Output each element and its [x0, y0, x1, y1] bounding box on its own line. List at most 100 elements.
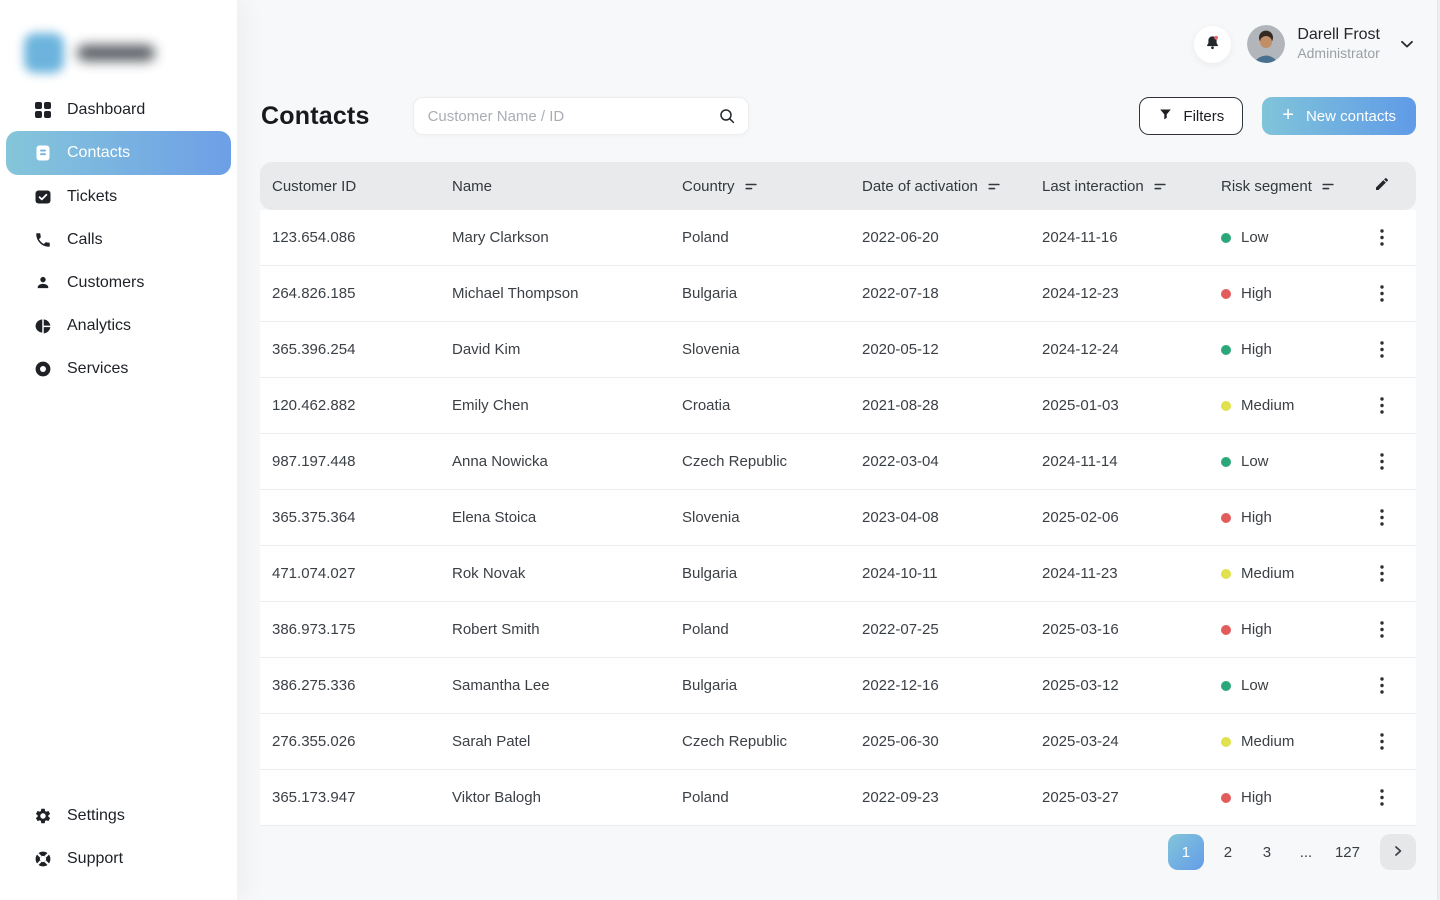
- notifications-button[interactable]: [1194, 26, 1231, 63]
- filters-button[interactable]: Filters: [1139, 97, 1243, 135]
- cell-actions: [1351, 617, 1416, 642]
- row-kebab-menu-button[interactable]: [1376, 673, 1388, 698]
- risk-dot-icon: [1221, 289, 1231, 299]
- page-title: Contacts: [261, 102, 370, 131]
- cell-date-of-activation: 2022-07-25: [850, 621, 1030, 638]
- cell-customer-id: 120.462.882: [260, 397, 440, 414]
- page-number-button[interactable]: 3: [1252, 834, 1282, 870]
- table-row[interactable]: 120.462.882 Emily Chen Croatia 2021-08-2…: [260, 378, 1416, 434]
- edit-pencil-icon[interactable]: [1374, 176, 1390, 196]
- table-row[interactable]: 123.654.086 Mary Clarkson Poland 2022-06…: [260, 210, 1416, 266]
- cell-date-of-activation: 2020-05-12: [850, 341, 1030, 358]
- sort-icon[interactable]: [1153, 179, 1168, 194]
- dashboard-grid-icon: [33, 100, 52, 119]
- chevron-down-icon[interactable]: [1398, 35, 1416, 53]
- sort-icon[interactable]: [744, 179, 759, 194]
- cell-customer-id: 471.074.027: [260, 565, 440, 582]
- row-kebab-menu-button[interactable]: [1376, 337, 1388, 362]
- sidebar-item-settings[interactable]: Settings: [6, 794, 231, 837]
- new-contacts-button-label: New contacts: [1306, 108, 1396, 125]
- table-row[interactable]: 365.173.947 Viktor Balogh Poland 2022-09…: [260, 770, 1416, 826]
- table-row[interactable]: 386.973.175 Robert Smith Poland 2022-07-…: [260, 602, 1416, 658]
- page-number-button[interactable]: 1: [1168, 834, 1204, 870]
- risk-dot-icon: [1221, 401, 1231, 411]
- lifebuoy-icon: [33, 849, 52, 868]
- row-kebab-menu-button[interactable]: [1376, 393, 1388, 418]
- page-number-button[interactable]: 127: [1330, 834, 1365, 870]
- cell-actions: [1351, 225, 1416, 250]
- cell-date-of-activation: 2025-06-30: [850, 733, 1030, 750]
- cell-actions: [1351, 281, 1416, 306]
- table-row[interactable]: 987.197.448 Anna Nowicka Czech Republic …: [260, 434, 1416, 490]
- cell-date-of-activation: 2021-08-28: [850, 397, 1030, 414]
- cell-last-interaction: 2024-12-23: [1030, 285, 1209, 302]
- sidebar-item-tickets[interactable]: Tickets: [6, 175, 231, 218]
- sidebar-item-analytics[interactable]: Analytics: [6, 304, 231, 347]
- sidebar-item-services[interactable]: Services: [6, 347, 231, 390]
- user-text: Darell Frost Administrator: [1297, 25, 1380, 63]
- sidebar-item-calls[interactable]: Calls: [6, 218, 231, 261]
- cell-name: Viktor Balogh: [440, 789, 670, 806]
- cell-risk-segment: Low: [1209, 453, 1351, 470]
- row-kebab-menu-button[interactable]: [1376, 225, 1388, 250]
- cell-customer-id: 264.826.185: [260, 285, 440, 302]
- risk-label: High: [1241, 789, 1272, 806]
- risk-dot-icon: [1221, 681, 1231, 691]
- user-menu[interactable]: Darell Frost Administrator: [1247, 25, 1416, 63]
- cell-last-interaction: 2025-02-06: [1030, 509, 1209, 526]
- row-kebab-menu-button[interactable]: [1376, 785, 1388, 810]
- cell-last-interaction: 2025-03-24: [1030, 733, 1209, 750]
- cell-country: Slovenia: [670, 341, 850, 358]
- risk-label: Low: [1241, 453, 1269, 470]
- cell-risk-segment: Medium: [1209, 733, 1351, 750]
- cell-name: Elena Stoica: [440, 509, 670, 526]
- row-kebab-menu-button[interactable]: [1376, 449, 1388, 474]
- cell-country: Poland: [670, 229, 850, 246]
- table-header-row: Customer ID Name Country Date of activat…: [260, 162, 1416, 210]
- risk-dot-icon: [1221, 569, 1231, 579]
- table-row[interactable]: 264.826.185 Michael Thompson Bulgaria 20…: [260, 266, 1416, 322]
- risk-dot-icon: [1221, 233, 1231, 243]
- cell-name: Emily Chen: [440, 397, 670, 414]
- bell-icon: [1203, 33, 1222, 55]
- table-row[interactable]: 365.375.364 Elena Stoica Slovenia 2023-0…: [260, 490, 1416, 546]
- table-row[interactable]: 276.355.026 Sarah Patel Czech Republic 2…: [260, 714, 1416, 770]
- column-header-date-of-activation: Date of activation: [850, 178, 1030, 195]
- risk-label: Medium: [1241, 565, 1294, 582]
- cell-country: Bulgaria: [670, 565, 850, 582]
- next-page-button[interactable]: [1380, 834, 1416, 870]
- row-kebab-menu-button[interactable]: [1376, 281, 1388, 306]
- row-kebab-menu-button[interactable]: [1376, 617, 1388, 642]
- search-box: [413, 97, 749, 135]
- cell-risk-segment: High: [1209, 509, 1351, 526]
- gear-icon: [33, 806, 52, 825]
- cell-date-of-activation: 2024-10-11: [850, 565, 1030, 582]
- sort-icon[interactable]: [987, 179, 1002, 194]
- ticket-check-icon: [33, 187, 52, 206]
- sidebar-item-support[interactable]: Support: [6, 837, 231, 880]
- cell-customer-id: 365.375.364: [260, 509, 440, 526]
- cell-country: Czech Republic: [670, 733, 850, 750]
- sort-icon[interactable]: [1321, 179, 1336, 194]
- table-row[interactable]: 386.275.336 Samantha Lee Bulgaria 2022-1…: [260, 658, 1416, 714]
- search-icon: [718, 107, 736, 130]
- cell-actions: [1351, 393, 1416, 418]
- sidebar-item-dashboard[interactable]: Dashboard: [6, 88, 231, 131]
- risk-dot-icon: [1221, 457, 1231, 467]
- search-input[interactable]: [413, 97, 749, 135]
- new-contacts-button[interactable]: + New contacts: [1262, 97, 1416, 135]
- cell-country: Slovenia: [670, 509, 850, 526]
- brand-logo-text-blurred: [77, 45, 155, 61]
- sidebar-item-customers[interactable]: Customers: [6, 261, 231, 304]
- row-kebab-menu-button[interactable]: [1376, 729, 1388, 754]
- table-row[interactable]: 471.074.027 Rok Novak Bulgaria 2024-10-1…: [260, 546, 1416, 602]
- row-kebab-menu-button[interactable]: [1376, 561, 1388, 586]
- filter-funnel-icon: [1158, 107, 1173, 126]
- cell-actions: [1351, 337, 1416, 362]
- sidebar-item-contacts[interactable]: Contacts: [6, 131, 231, 175]
- row-kebab-menu-button[interactable]: [1376, 505, 1388, 530]
- page-number-button[interactable]: 2: [1213, 834, 1243, 870]
- donut-icon: [33, 359, 52, 378]
- cell-country: Poland: [670, 621, 850, 638]
- table-row[interactable]: 365.396.254 David Kim Slovenia 2020-05-1…: [260, 322, 1416, 378]
